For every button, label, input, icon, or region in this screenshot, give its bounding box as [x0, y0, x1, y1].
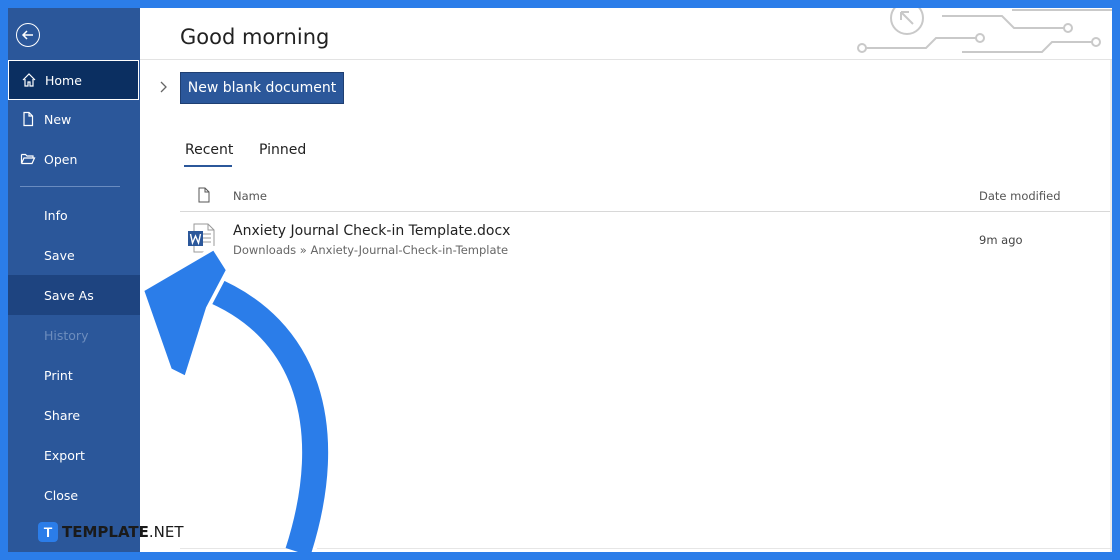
template-logo-text: TEMPLATE.NET [62, 523, 184, 541]
template-logo-mark: T [38, 522, 58, 542]
word-window: Home New Open Info Save Save As History [8, 8, 1112, 552]
pointer-arrow-annotation [140, 246, 333, 552]
template-logo: T TEMPLATE.NET [38, 522, 184, 542]
